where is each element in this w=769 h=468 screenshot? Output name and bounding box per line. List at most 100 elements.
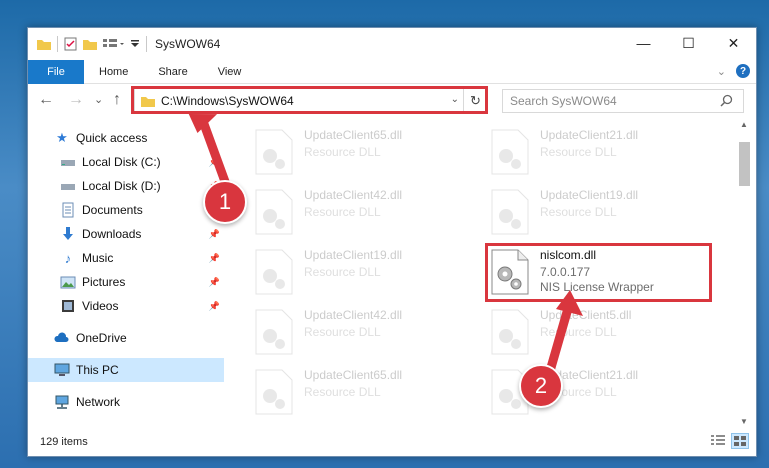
view-options-icon[interactable] bbox=[103, 38, 125, 50]
sidebar-item-label: This PC bbox=[76, 363, 119, 377]
file-description: Resource DLL bbox=[540, 325, 617, 339]
file-item[interactable]: UpdateClient65.dll Resource DLL bbox=[252, 364, 484, 418]
window-title: SysWOW64 bbox=[155, 37, 221, 51]
dll-file-icon bbox=[255, 369, 293, 415]
file-item[interactable]: UpdateClient21.dll Resource DLL bbox=[488, 124, 720, 178]
star-icon: ★ bbox=[56, 130, 68, 145]
sidebar-item-downloads[interactable]: Downloads 📌 bbox=[28, 222, 224, 246]
file-name: UpdateClient65.dll bbox=[304, 368, 403, 382]
pin-icon[interactable]: 📌 bbox=[209, 277, 220, 288]
dll-file-icon bbox=[255, 249, 293, 295]
file-name: UpdateClient42.dll bbox=[304, 308, 403, 322]
sidebar-item-pictures[interactable]: Pictures 📌 bbox=[28, 270, 224, 294]
step-2-badge: 2 bbox=[519, 364, 563, 408]
customize-toolbar-icon[interactable] bbox=[131, 39, 140, 49]
scroll-up-icon[interactable]: ▲ bbox=[740, 120, 748, 129]
network-icon bbox=[55, 395, 69, 409]
file-item[interactable]: UpdateClient5.dll Resource DLL bbox=[488, 304, 720, 358]
sidebar-item-label: Local Disk (C:) bbox=[82, 155, 161, 169]
dll-file-icon bbox=[491, 309, 529, 355]
sidebar-item-label: Music bbox=[82, 251, 114, 265]
sidebar-item-quick-access[interactable]: ★ Quick access bbox=[28, 126, 224, 150]
sidebar-item-documents[interactable]: Documents 📌 bbox=[28, 198, 224, 222]
forward-button[interactable]: → bbox=[68, 91, 84, 109]
pictures-icon bbox=[60, 276, 76, 289]
status-bar: 129 items bbox=[28, 428, 756, 456]
help-icon[interactable]: ? bbox=[736, 64, 750, 78]
sidebar-item-this-pc[interactable]: This PC bbox=[28, 358, 224, 382]
sidebar-item-label: Videos bbox=[82, 299, 119, 313]
drive-icon bbox=[61, 160, 75, 166]
music-icon: ♪ bbox=[64, 250, 72, 266]
file-item[interactable]: UpdateClient42.dll Resource DLL bbox=[252, 304, 484, 358]
vertical-scrollbar[interactable]: ▲ ▼ bbox=[735, 120, 752, 426]
pin-icon[interactable]: 📌 bbox=[209, 301, 220, 312]
sidebar-item-videos[interactable]: Videos 📌 bbox=[28, 294, 224, 318]
minimize-button[interactable]: — bbox=[621, 28, 666, 58]
file-name: UpdateClient5.dll bbox=[540, 308, 632, 322]
file-description: Resource DLL bbox=[304, 265, 381, 279]
toolbar-divider bbox=[146, 36, 147, 52]
toolbar-divider bbox=[57, 36, 58, 52]
dll-file-icon bbox=[255, 309, 293, 355]
window-controls: — ☐ ✕ bbox=[621, 28, 756, 58]
file-item[interactable]: UpdateClient19.dll Resource DLL bbox=[488, 184, 720, 238]
scroll-down-icon[interactable]: ▼ bbox=[740, 417, 748, 426]
ribbon-tabs: File Home Share View ⌄ ? bbox=[28, 59, 756, 84]
file-item[interactable]: UpdateClient19.dll Resource DLL bbox=[252, 244, 484, 298]
pin-icon[interactable]: 📌 bbox=[209, 157, 220, 168]
quick-access-toolbar bbox=[28, 28, 147, 60]
file-name: UpdateClient42.dll bbox=[304, 188, 403, 202]
pin-icon[interactable]: 📌 bbox=[209, 253, 220, 264]
expand-ribbon-icon[interactable]: ⌄ bbox=[717, 65, 726, 78]
maximize-button[interactable]: ☐ bbox=[666, 28, 711, 58]
scrollbar-thumb[interactable] bbox=[739, 142, 750, 186]
sidebar-item-local-disk-d[interactable]: Local Disk (D:) 📌 bbox=[28, 174, 224, 198]
file-description: Resource DLL bbox=[304, 145, 381, 159]
tab-file[interactable]: File bbox=[28, 59, 84, 84]
up-button[interactable]: ↑ bbox=[113, 91, 121, 109]
drive-icon bbox=[61, 184, 75, 190]
details-view-icon[interactable] bbox=[710, 434, 726, 448]
sidebar-item-network[interactable]: Network bbox=[28, 390, 224, 414]
sidebar-item-label: Downloads bbox=[82, 227, 142, 241]
navigation-pane: ★ Quick access Local Disk (C:) 📌 Local D… bbox=[28, 120, 224, 426]
dll-file-icon bbox=[255, 189, 293, 235]
tab-view[interactable]: View bbox=[203, 66, 257, 78]
new-folder-icon[interactable] bbox=[83, 38, 97, 50]
pin-icon[interactable]: 📌 bbox=[209, 229, 220, 240]
back-button[interactable]: ← bbox=[38, 91, 54, 109]
close-button[interactable]: ✕ bbox=[711, 28, 756, 58]
address-bar-highlight bbox=[131, 86, 488, 114]
properties-icon[interactable] bbox=[64, 37, 77, 51]
pc-icon bbox=[54, 363, 70, 376]
file-highlight bbox=[485, 243, 712, 302]
ribbon-right: ⌄ ? bbox=[717, 64, 750, 78]
folder-icon bbox=[37, 40, 51, 50]
large-icons-view-icon[interactable] bbox=[731, 433, 749, 449]
dll-file-icon bbox=[491, 189, 529, 235]
file-name: UpdateClient65.dll bbox=[304, 128, 403, 142]
search-input[interactable]: Search SysWOW64 bbox=[502, 89, 744, 113]
sidebar-item-label: Local Disk (D:) bbox=[82, 179, 161, 193]
sidebar-item-music[interactable]: ♪ Music 📌 bbox=[28, 246, 224, 270]
search-icon[interactable] bbox=[720, 94, 733, 107]
item-count: 129 items bbox=[40, 436, 88, 448]
sidebar-item-onedrive[interactable]: OneDrive bbox=[28, 326, 224, 350]
search-placeholder: Search SysWOW64 bbox=[510, 94, 617, 108]
tab-home[interactable]: Home bbox=[84, 66, 143, 78]
sidebar-item-label: OneDrive bbox=[76, 331, 127, 345]
recent-locations-button[interactable]: ⌄ bbox=[94, 93, 103, 106]
sidebar-item-label: Quick access bbox=[76, 131, 148, 145]
sidebar-item-local-disk-c[interactable]: Local Disk (C:) 📌 bbox=[28, 150, 224, 174]
file-description: Resource DLL bbox=[304, 205, 381, 219]
tab-share[interactable]: Share bbox=[143, 66, 202, 78]
file-item[interactable]: UpdateClient42.dll Resource DLL bbox=[252, 184, 484, 238]
file-name: UpdateClient19.dll bbox=[540, 188, 639, 202]
cloud-icon bbox=[54, 332, 69, 342]
file-item[interactable]: UpdateClient65.dll Resource DLL bbox=[252, 124, 484, 178]
sidebar-item-label: Documents bbox=[82, 203, 143, 217]
file-description: Resource DLL bbox=[540, 145, 617, 159]
sidebar-item-label: Pictures bbox=[82, 275, 126, 289]
documents-icon bbox=[62, 202, 74, 218]
